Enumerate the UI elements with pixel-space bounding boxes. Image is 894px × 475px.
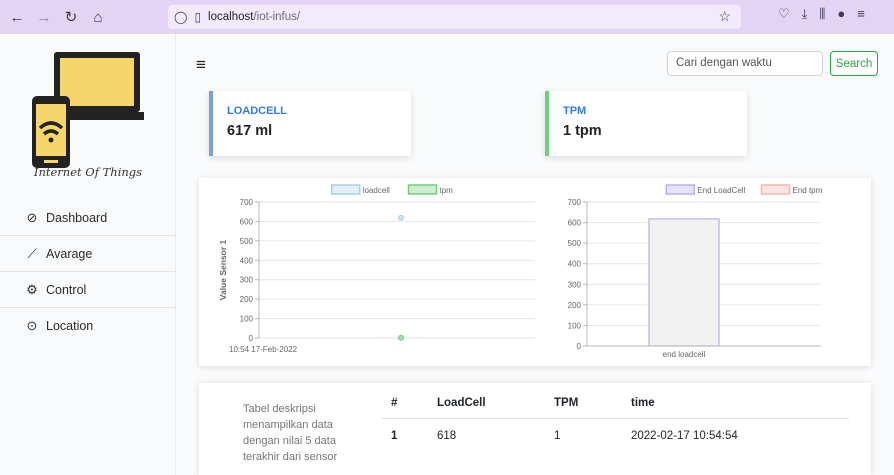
legend-label: End tpm (793, 186, 823, 195)
legend-label: tpm (440, 186, 454, 195)
end-value-bar-chart: 700 600 500 400 300 200 100 0 End LoadCell End tp… (568, 184, 823, 359)
sidebar-item-dashboard[interactable]: ⊘ Dashboard (0, 200, 176, 236)
page-icon: ▯ (194, 10, 202, 24)
sidebar-item-label: Dashboard (46, 210, 108, 225)
sidebar-item-avarage[interactable]: ⟋ Avarage (0, 236, 176, 272)
charts-panel: 700 600 500 400 300 200 100 0 loadcell tpm Value S… (199, 178, 871, 366)
bookmark-star-icon[interactable]: ☆ (718, 8, 731, 25)
library-icon[interactable]: ⫼ (819, 6, 825, 22)
shield-icon: ◯ (174, 10, 188, 24)
tpm-label: TPM (563, 105, 587, 117)
search-input[interactable]: Cari dengan waktu (667, 51, 823, 76)
col-header-tpm: TPM (554, 397, 579, 409)
y-tick-label: 400 (240, 256, 254, 265)
table-description: Tabel deskripsi menampilkan data dengan … (243, 403, 338, 463)
y-tick-label: 200 (240, 295, 254, 304)
download-icon[interactable]: ⤓ (802, 6, 808, 22)
sensor-line-chart: 700 600 500 400 300 200 100 0 loadcell tpm Value S… (218, 184, 535, 354)
dashboard-icon: ⊘ (26, 209, 38, 225)
col-header-index: # (391, 397, 398, 409)
gears-icon: ⚙ (26, 281, 38, 297)
hamburger-menu-icon[interactable]: ≡ (196, 55, 206, 75)
account-icon[interactable]: ● (837, 6, 845, 22)
address-bar[interactable]: ◯ ▯ localhost/iot-infus/ ☆ (168, 5, 741, 29)
chart-line-icon: ⟋ (27, 245, 37, 261)
loadcell-label: LOADCELL (227, 105, 287, 117)
y-tick-label: 0 (577, 342, 582, 351)
y-tick-label: 700 (240, 198, 254, 207)
forward-icon[interactable]: → (33, 6, 55, 28)
y-tick-label: 600 (240, 217, 254, 226)
search-button[interactable]: Search (830, 51, 878, 76)
y-tick-label: 500 (240, 237, 254, 246)
y-tick-label: 600 (568, 219, 582, 228)
legend-swatch (760, 184, 791, 195)
sidebar-item-control[interactable]: ⚙ Control (0, 272, 176, 308)
sidebar-item-label: Control (46, 282, 87, 297)
table-header-divider (382, 418, 849, 419)
y-tick-label: 300 (568, 280, 582, 289)
legend-swatch (330, 184, 361, 195)
url-path: /iot-infus/ (253, 11, 301, 23)
y-tick-label: 700 (568, 198, 582, 207)
scatter-point (398, 214, 404, 221)
y-tick-label: 0 (249, 334, 254, 343)
sidebar-item-label: Location (46, 319, 94, 333)
loadcell-card: LOADCELL 617 ml (209, 91, 411, 156)
sidebar-item-location[interactable]: ⊙ Location (0, 308, 176, 344)
x-tick-label: 10:54 17-Feb-2022 (229, 345, 298, 354)
y-tick-label: 100 (240, 315, 254, 324)
legend-swatch (665, 184, 696, 195)
y-tick-label: 100 (568, 321, 582, 330)
pocket-icon[interactable]: ♡ (778, 6, 790, 22)
table-cell-loadcell: 618 (437, 430, 457, 442)
table-cell-index: 1 (391, 430, 398, 442)
sidebar-item-label: Avarage (46, 246, 93, 261)
iot-logo (32, 52, 144, 168)
table-cell-tpm: 1 (554, 430, 561, 442)
url-host: localhost (208, 11, 254, 23)
loadcell-value: 617 ml (227, 123, 273, 139)
sidebar: Internet Of Things ⊘ Dashboard ⟋ Avarage… (0, 34, 176, 475)
y-tick-label: 300 (240, 276, 254, 285)
y-tick-label: 400 (568, 260, 582, 269)
legend-label: End LoadCell (697, 186, 745, 195)
tpm-card: TPM 1 tpm (545, 91, 747, 156)
table-cell-time: 2022-02-17 10:54:54 (631, 430, 738, 442)
y-axis-title: Value Sensor 1 (218, 239, 228, 300)
bar (648, 218, 720, 347)
scatter-point (398, 334, 404, 341)
home-icon[interactable]: ⌂ (87, 6, 109, 28)
legend-swatch (407, 184, 438, 195)
tpm-value: 1 tpm (563, 123, 602, 139)
legend-label: loadcell (363, 186, 390, 195)
back-icon[interactable]: ← (6, 6, 28, 28)
col-header-time: time (631, 397, 655, 409)
data-table-panel: Tabel deskripsi menampilkan data dengan … (199, 383, 871, 475)
location-pin-icon: ⊙ (26, 318, 38, 333)
x-tick-label: end loadcell (663, 350, 706, 359)
col-header-loadcell: LoadCell (437, 397, 486, 409)
browser-toolbar: ← → ↻ ⌂ ◯ ▯ localhost/iot-infus/ ☆ ♡ ⤓ ⫼… (0, 0, 894, 34)
sidebar-tagline: Internet Of Things (33, 165, 143, 179)
reload-icon[interactable]: ↻ (60, 6, 82, 28)
y-tick-label: 200 (568, 301, 582, 310)
menu-icon[interactable]: ≡ (857, 6, 865, 22)
y-tick-label: 500 (568, 239, 582, 248)
sidebar-menu: ⊘ Dashboard ⟋ Avarage ⚙ Control ⊙ Locati… (0, 200, 176, 344)
